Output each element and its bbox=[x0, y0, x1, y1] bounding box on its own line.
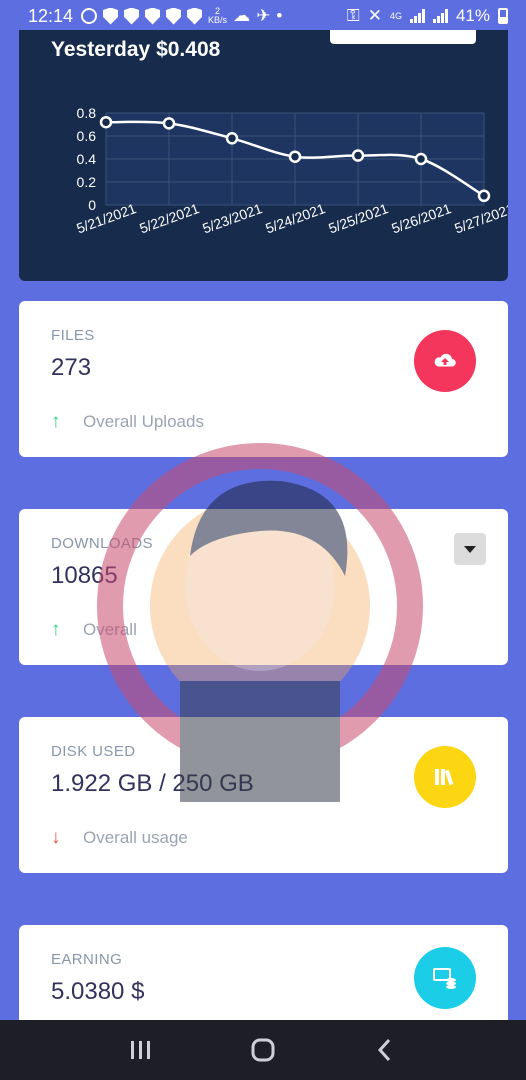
satellite-icon: ✈ bbox=[256, 6, 271, 25]
data-point bbox=[477, 189, 491, 203]
caret-down-icon bbox=[464, 545, 476, 553]
files-label: FILES bbox=[51, 327, 95, 344]
messenger-icon bbox=[81, 8, 98, 24]
line-chart: 0 0.2 0.4 0.6 0.8 5/21/20215/22/20215/23/2021… bbox=[74, 105, 508, 236]
shield-icon bbox=[145, 7, 161, 25]
data-point bbox=[351, 149, 365, 162]
disk-footer: ↓ Overall usage bbox=[51, 827, 188, 849]
disk-label: DISK USED bbox=[51, 743, 136, 760]
data-point bbox=[225, 132, 239, 145]
x-tick-label: 5/22/2021 bbox=[137, 200, 201, 236]
recent-apps-icon bbox=[131, 1041, 150, 1059]
books-icon bbox=[414, 746, 476, 808]
dot-icon: • bbox=[276, 6, 283, 25]
earning-card: EARNING 5.0380 $ bbox=[19, 925, 508, 1035]
battery-percent: 41% bbox=[455, 6, 490, 25]
y-tick-label: 0.4 bbox=[77, 151, 97, 167]
disk-footer-text: Overall usage bbox=[83, 828, 188, 847]
battery-icon bbox=[498, 8, 508, 24]
money-icon bbox=[414, 947, 476, 1009]
y-tick-label: 0.8 bbox=[77, 105, 97, 121]
network-type: 4G bbox=[389, 10, 402, 21]
arrow-up-icon: ↑ bbox=[51, 619, 61, 640]
system-nav-bar bbox=[0, 1020, 526, 1080]
data-point bbox=[162, 117, 176, 130]
x-tick-label: 5/26/2021 bbox=[389, 200, 453, 236]
downloads-value: 10865 bbox=[51, 562, 118, 589]
x-tick-label: 5/21/2021 bbox=[74, 200, 138, 236]
notification-icons: 2 KB/s ☁ ✈ • bbox=[81, 6, 282, 26]
files-footer: ↑ Overall Uploads bbox=[51, 411, 204, 433]
y-tick-label: 0.6 bbox=[77, 128, 97, 144]
recent-apps-button[interactable] bbox=[111, 1025, 171, 1075]
downloads-footer: ↑ Overall bbox=[51, 619, 137, 641]
cloud-icon: ☁ bbox=[233, 6, 251, 25]
back-button[interactable] bbox=[355, 1025, 415, 1075]
downloads-label: DOWNLOADS bbox=[51, 535, 153, 552]
data-point bbox=[288, 150, 302, 163]
shield-icon bbox=[187, 7, 203, 25]
arrow-down-icon: ↓ bbox=[51, 827, 61, 848]
y-tick-label: 0.2 bbox=[77, 174, 97, 190]
signal-icon bbox=[432, 9, 448, 23]
disk-used-card: DISK USED 1.922 GB / 250 GB ↓ Overall us… bbox=[19, 717, 508, 873]
shield-icon bbox=[103, 7, 119, 25]
earnings-chart-card: Yesterday $0.408 0 0.2 0.4 0.6 0.8 5/21/2021 5… bbox=[19, 30, 508, 281]
data-point bbox=[99, 115, 113, 129]
y-tick-label: 0 bbox=[88, 197, 96, 213]
earning-value: 5.0380 $ bbox=[51, 978, 145, 1005]
x-tick-label: 5/23/2021 bbox=[200, 200, 264, 236]
arrow-up-icon: ↑ bbox=[51, 411, 61, 432]
cloud-upload-icon bbox=[414, 330, 476, 392]
data-point bbox=[414, 152, 428, 166]
back-icon bbox=[377, 1038, 391, 1062]
home-icon bbox=[251, 1038, 275, 1062]
status-bar: 12:14 2 KB/s ☁ ✈ • ⚿ ✕ 4G 41% bbox=[0, 0, 526, 32]
files-value: 273 bbox=[51, 354, 92, 381]
files-footer-text: Overall Uploads bbox=[83, 412, 204, 431]
x-tick-label: 5/25/2021 bbox=[326, 200, 390, 236]
downloads-dropdown-button[interactable] bbox=[454, 533, 486, 565]
shield-icon bbox=[166, 7, 182, 25]
home-button[interactable] bbox=[233, 1025, 293, 1075]
status-time: 12:14 bbox=[28, 5, 74, 26]
files-card: FILES 273 ↑ Overall Uploads bbox=[19, 301, 508, 457]
signal-icon bbox=[409, 9, 425, 23]
x-tick-label: 5/27/2021 bbox=[452, 200, 508, 236]
shield-icon bbox=[124, 7, 140, 25]
downloads-card: DOWNLOADS 10865 ↑ Overall bbox=[19, 509, 508, 665]
x-tick-label: 5/24/2021 bbox=[263, 200, 327, 236]
downloads-footer-text: Overall bbox=[83, 620, 137, 639]
mute-icon: ✕ bbox=[367, 6, 382, 25]
network-speed: 2 KB/s bbox=[208, 6, 228, 25]
disk-value: 1.922 GB / 250 GB bbox=[51, 770, 254, 797]
key-icon: ⚿ bbox=[346, 6, 360, 25]
earning-label: EARNING bbox=[51, 951, 123, 968]
